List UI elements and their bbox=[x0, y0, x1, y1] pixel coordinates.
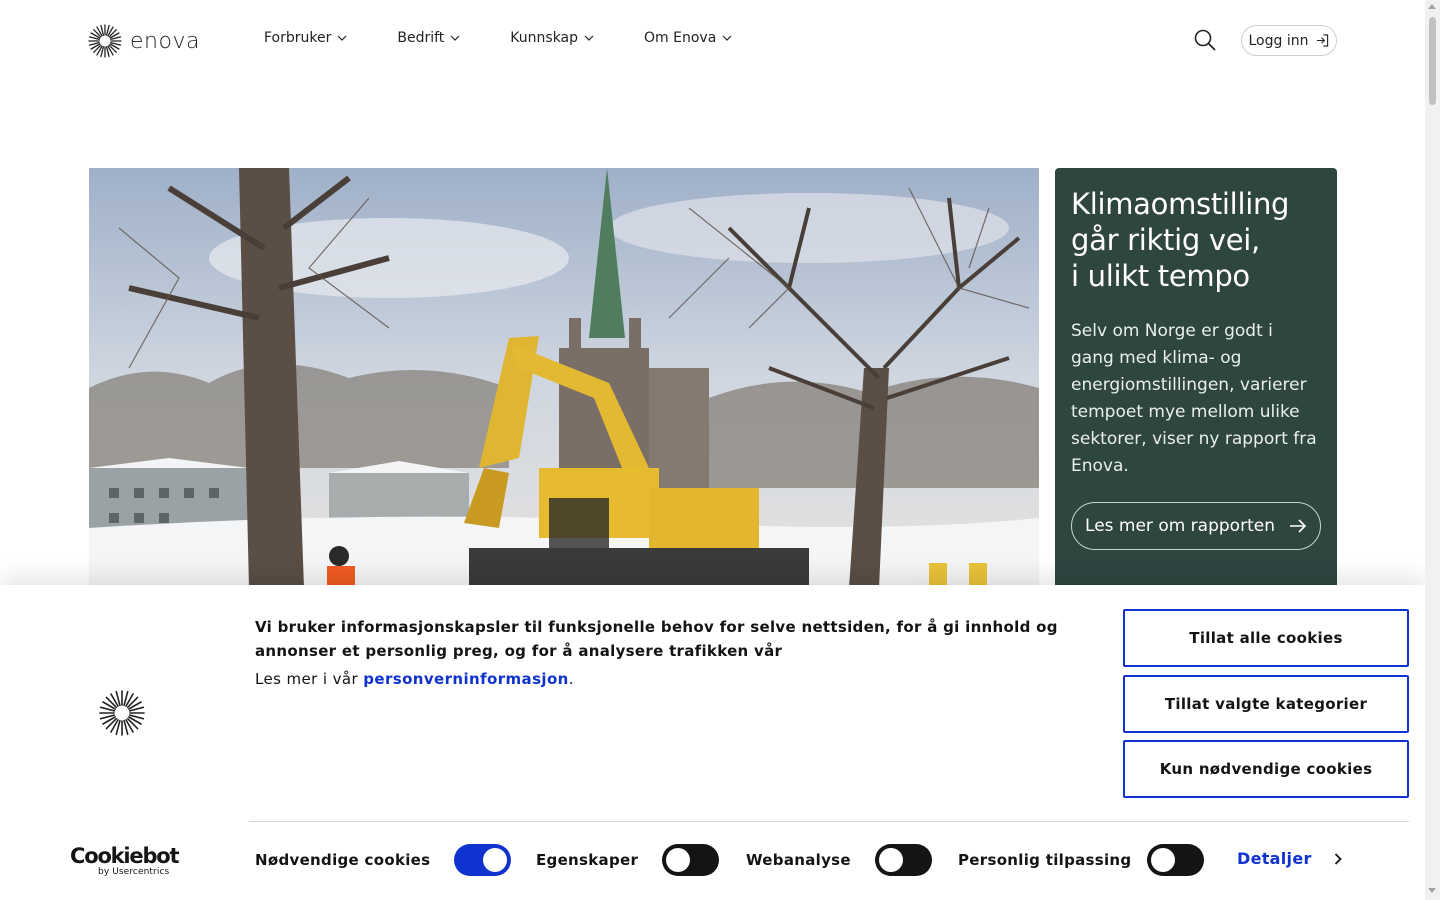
login-button[interactable]: Logg inn bbox=[1241, 25, 1337, 56]
main-nav: Forbruker Bedrift Kunnskap Om Enova bbox=[264, 30, 782, 46]
privacy-link[interactable]: personverninformasjon bbox=[363, 670, 569, 688]
chevron-down-icon bbox=[584, 35, 594, 41]
cookiebot-sub: by Usercentrics bbox=[98, 867, 170, 877]
search-icon bbox=[1194, 29, 1216, 51]
preferences-toggle[interactable] bbox=[662, 844, 720, 876]
toggle-label: Personlig tilpassing bbox=[958, 851, 1132, 869]
nav-label: Forbruker bbox=[264, 30, 332, 46]
feature-title-line: i ulikt tempo bbox=[1071, 259, 1250, 293]
toggle-knob bbox=[878, 848, 903, 872]
necessary-only-cookies-button[interactable]: Kun nødvendige cookies bbox=[1123, 740, 1409, 798]
scroll-up-arrow-icon[interactable] bbox=[1428, 4, 1436, 9]
nav-item-kunnskap[interactable]: Kunnskap bbox=[510, 30, 594, 46]
hero-illustration bbox=[89, 168, 1039, 588]
enova-burst-logo bbox=[98, 689, 146, 741]
enova-logo[interactable]: enova bbox=[88, 24, 200, 58]
cookie-more-prefix: Les mer i vår bbox=[255, 670, 364, 688]
scroll-down-arrow-icon[interactable] bbox=[1428, 888, 1436, 893]
allow-all-cookies-button[interactable]: Tillat alle cookies bbox=[1123, 609, 1409, 667]
toggle-preferences: Egenskaper bbox=[536, 844, 720, 876]
nav-label: Om Enova bbox=[644, 30, 717, 46]
statistics-toggle[interactable] bbox=[874, 844, 932, 876]
hero-image-excavator bbox=[89, 168, 1039, 588]
search-button[interactable] bbox=[1193, 28, 1217, 52]
cookie-banner: Vi bruker informasjonskapsler til funksj… bbox=[0, 585, 1425, 900]
feature-title-line: Klimaomstilling bbox=[1071, 187, 1290, 221]
enova-burst-icon bbox=[88, 24, 122, 58]
cookiebot-logo[interactable]: Cookiebot by Usercentrics bbox=[70, 844, 180, 877]
login-icon bbox=[1317, 34, 1329, 47]
nav-item-forbruker[interactable]: Forbruker bbox=[264, 30, 347, 46]
feature-title-line: går riktig vei, bbox=[1071, 223, 1260, 257]
toggle-marketing: Personlig tilpassing bbox=[958, 844, 1205, 876]
chevron-right-icon bbox=[1334, 852, 1342, 865]
cookie-more-text: Les mer i vår personverninformasjon. bbox=[255, 670, 574, 688]
cookiebot-brand: Cookiebot bbox=[70, 844, 180, 868]
page-scrollbar[interactable] bbox=[1425, 0, 1440, 900]
read-report-button[interactable]: Les mer om rapporten bbox=[1071, 502, 1321, 550]
site-header: enova Forbruker Bedrift Kunnskap Om Enov… bbox=[0, 0, 1425, 80]
cookie-divider bbox=[249, 821, 1409, 822]
toggle-necessary: Nødvendige cookies bbox=[255, 844, 512, 876]
logo-text: enova bbox=[130, 28, 200, 54]
toggle-label: Nødvendige cookies bbox=[255, 851, 431, 869]
chevron-down-icon bbox=[450, 35, 460, 41]
nav-item-om-enova[interactable]: Om Enova bbox=[644, 30, 732, 46]
feature-text: Selv om Norge er godt i gang med klima- … bbox=[1071, 321, 1317, 476]
cookie-title: Vi bruker informasjonskapsler til funksj… bbox=[255, 618, 1058, 660]
cookie-more-suffix: . bbox=[568, 670, 574, 688]
toggle-label: Webanalyse bbox=[746, 851, 851, 869]
enova-burst-icon bbox=[99, 690, 145, 736]
nav-item-bedrift[interactable]: Bedrift bbox=[397, 30, 460, 46]
details-link[interactable]: Detaljer bbox=[1237, 849, 1342, 868]
arrow-right-icon bbox=[1289, 519, 1307, 533]
necessary-toggle[interactable] bbox=[454, 844, 512, 876]
feature-title: Klimaomstilling går riktig vei, i ulikt … bbox=[1071, 186, 1321, 294]
chevron-down-icon bbox=[337, 35, 347, 41]
read-report-label: Les mer om rapporten bbox=[1085, 516, 1275, 536]
details-label: Detaljer bbox=[1237, 849, 1312, 868]
nav-label: Kunnskap bbox=[510, 30, 579, 46]
nav-label: Bedrift bbox=[397, 30, 445, 46]
feature-card: Klimaomstilling går riktig vei, i ulikt … bbox=[1055, 168, 1337, 588]
toggle-label: Egenskaper bbox=[536, 851, 639, 869]
allow-selected-cookies-button[interactable]: Tillat valgte kategorier bbox=[1123, 675, 1409, 733]
login-label: Logg inn bbox=[1248, 32, 1309, 49]
scroll-thumb[interactable] bbox=[1429, 17, 1436, 105]
chevron-down-icon bbox=[722, 35, 732, 41]
toggle-knob bbox=[483, 848, 508, 872]
toggle-knob bbox=[666, 848, 691, 872]
toggle-knob bbox=[1151, 848, 1176, 872]
marketing-toggle[interactable] bbox=[1147, 844, 1205, 876]
toggle-statistics: Webanalyse bbox=[746, 844, 932, 876]
